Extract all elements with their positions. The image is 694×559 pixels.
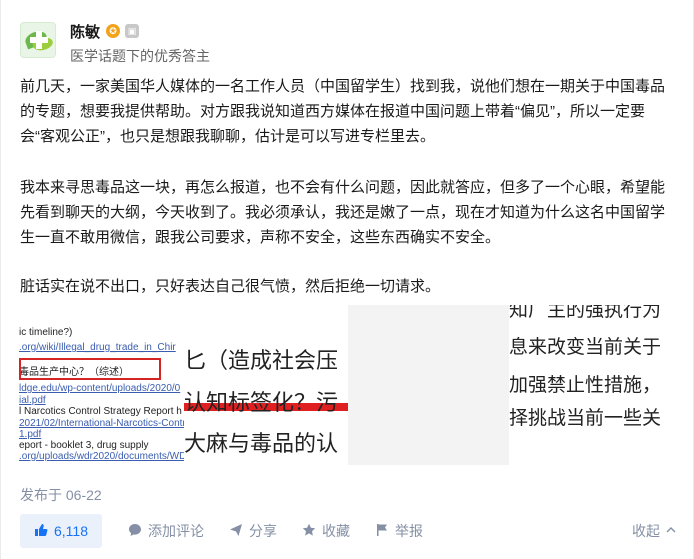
star-icon [302, 523, 316, 540]
excellent-answerer-badge-icon[interactable]: ✪ [106, 24, 121, 38]
certification-badge-icon[interactable]: ▣ [125, 24, 140, 38]
red-highlight-box [19, 358, 161, 380]
image-panel-blank[interactable] [348, 305, 509, 465]
collapse-label: 收起 [632, 523, 660, 539]
chevron-up-icon [666, 525, 676, 538]
image-strip[interactable]: ic timeline?) .org/wiki/Illegal_drug_tra… [19, 305, 675, 465]
image-panel-outline-right[interactable]: 知厂主的强执行为 息来改变当前关于 加强禁止性措施， 择挑战当前一些关 [509, 305, 675, 465]
avatar[interactable] [20, 22, 56, 58]
ref-line: ic timeline?) [19, 327, 73, 338]
author-name[interactable]: 陈敏 [70, 21, 100, 42]
favorite-button[interactable]: 收藏 [302, 521, 350, 541]
flag-icon [375, 523, 389, 540]
answer-paragraph: 前几天，一家美国华人媒体的一名工作人员（中国留学生）找到我，说他们想在一期关于中… [20, 78, 666, 145]
answer-paragraph: 脏话实在说不出口，只好表达自己很气愤，然后拒绝一切请求。 [20, 278, 441, 295]
ref-line: 2021/02/International-Narcotics-Contr [19, 418, 184, 429]
image-panel-outline-left[interactable]: 匕（造成社会压 认知标签化？污 大麻与毒品的认 [184, 305, 349, 465]
author-description: 医学话题下的优秀答主 [70, 48, 210, 64]
comment-icon [128, 523, 142, 540]
vote-count: 6,118 [54, 523, 88, 539]
posted-date[interactable]: 发布于 06-22 [20, 485, 102, 505]
image-panel-references[interactable]: ic timeline?) .org/wiki/Illegal_drug_tra… [19, 305, 184, 465]
collapse-button[interactable]: 收起 [632, 521, 676, 541]
outline-line: 匕（造成社会压 [184, 349, 339, 374]
report-label: 举报 [395, 523, 423, 539]
outline-line: 息来改变当前关于 [509, 337, 662, 358]
author-info: 陈敏 ✪ ▣ 医学话题下的优秀答主 [70, 22, 210, 66]
favorite-label: 收藏 [322, 523, 350, 539]
add-comment-button[interactable]: 添加评论 [128, 521, 204, 541]
share-button[interactable]: 分享 [229, 521, 277, 541]
outline-line: 大麻与毒品的认 [184, 432, 339, 457]
action-bar: 6,118 添加评论 分享 收藏 举报 收起 [20, 514, 676, 548]
thumbs-up-icon [34, 523, 48, 540]
share-label: 分享 [249, 523, 277, 539]
author-block: 陈敏 ✪ ▣ 医学话题下的优秀答主 [20, 22, 210, 66]
share-icon [229, 523, 243, 540]
outline-line: 认知标签化？污 [184, 391, 339, 416]
answer-card: 陈敏 ✪ ▣ 医学话题下的优秀答主 前几天，一家美国华人媒体的一名工作人员（中国… [0, 0, 694, 559]
ref-line: .org/wiki/Illegal_drug_trade_in_Chir [19, 342, 176, 353]
answer-paragraph: 我本来寻思毒品这一块，再怎么报道，也不会有什么问题，因此就答应，但多了一个心眼，… [20, 179, 666, 246]
author-name-row: 陈敏 ✪ ▣ [70, 21, 210, 42]
outline-line: 知厂主的强执行为 [509, 305, 662, 321]
report-button[interactable]: 举报 [375, 521, 423, 541]
outline-line: 择挑战当前一些关 [509, 408, 662, 429]
upvote-button[interactable]: 6,118 [20, 514, 102, 548]
comment-label: 添加评论 [148, 523, 204, 539]
outline-line: 加强禁止性措施， [509, 375, 662, 396]
ref-line: .org/uploads/wdr2020/documents/WD [19, 451, 184, 462]
